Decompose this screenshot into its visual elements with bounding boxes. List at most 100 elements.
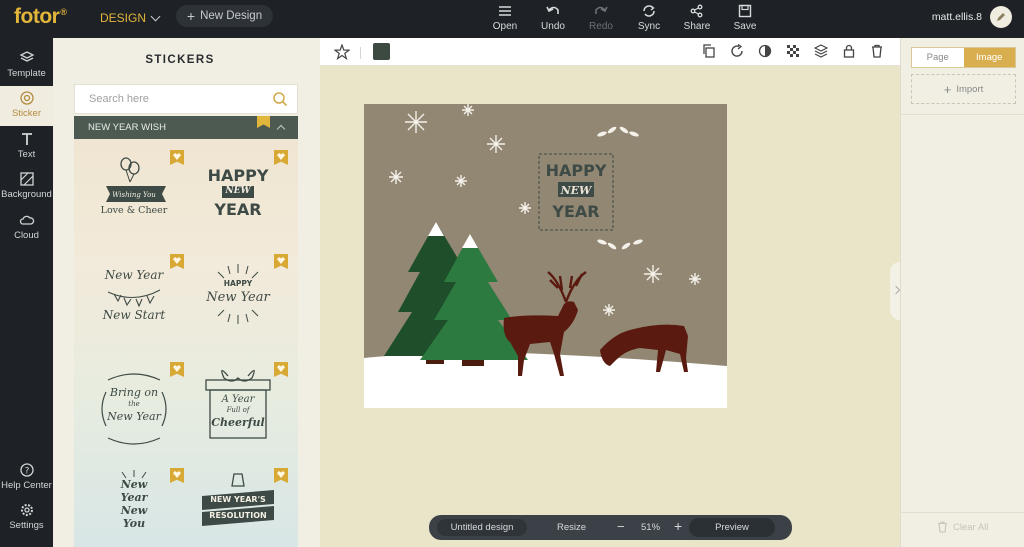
open-label: Open [492, 21, 518, 32]
preview-button[interactable]: Preview [689, 518, 775, 537]
design-canvas[interactable]: HAPPY NEW YEAR [364, 104, 727, 408]
search-box[interactable] [74, 84, 298, 114]
nav-help-center[interactable]: ? Help Center [0, 458, 53, 498]
right-panel: Page Image + Import Clear All [900, 38, 1024, 547]
plus-icon: + [943, 81, 952, 97]
help-icon: ? [19, 463, 34, 477]
search-input[interactable] [89, 93, 297, 105]
save-icon [738, 4, 752, 18]
color-swatch[interactable] [373, 43, 390, 60]
share-button[interactable]: Share [672, 4, 722, 32]
tab-image[interactable]: Image [963, 48, 1015, 67]
redo-button[interactable]: Redo [576, 4, 626, 32]
save-label: Save [733, 21, 757, 32]
sticker-text: Love & Cheer [100, 205, 168, 216]
sticker-text: Full of [226, 406, 250, 414]
shadow-icon[interactable] [758, 44, 772, 58]
stickers-panel: STICKERS NEW YEAR WISH Wishing You Love … [53, 38, 320, 547]
nav-settings[interactable]: Settings [0, 498, 53, 538]
fotor-logo[interactable]: fotor® [14, 5, 67, 29]
trash-icon[interactable] [870, 44, 884, 58]
new-design-label: New Design [200, 10, 263, 22]
lock-icon[interactable] [842, 44, 856, 58]
sticker-text: Bring on [109, 386, 159, 399]
nav-template[interactable]: Template [0, 46, 53, 86]
new-design-button[interactable]: + New Design [176, 5, 273, 27]
plus-icon: + [186, 8, 196, 24]
nav-cloud-label: Cloud [14, 230, 39, 241]
chevron-up-icon[interactable] [276, 124, 286, 134]
pen-icon [997, 13, 1005, 21]
sticker-grid: NEW YEAR WISH Wishing You Love & Cheer H… [74, 116, 298, 547]
transparency-icon[interactable] [786, 44, 800, 58]
nav-cloud[interactable]: Cloud [0, 208, 53, 248]
sticker-text: Year [120, 491, 148, 504]
username: matt.ellis.8 [931, 11, 982, 23]
sticker-item[interactable]: HAPPY New Year [188, 254, 288, 354]
zoom-out-button[interactable]: − [617, 519, 625, 534]
open-button[interactable]: Open [480, 4, 530, 32]
sticker-item[interactable]: HAPPY NEW YEAR [188, 150, 288, 250]
sticker-text: RESOLUTION [209, 511, 267, 520]
undo-button[interactable]: Undo [528, 4, 578, 32]
favorite-icon[interactable] [274, 150, 288, 165]
sticker-text: HAPPY [223, 279, 253, 288]
category-header[interactable]: NEW YEAR WISH [74, 116, 298, 139]
sticker-text: Wishing You [112, 191, 156, 199]
canvas-sticker-line: HAPPY [546, 161, 607, 180]
sticker-text: You [122, 517, 146, 530]
sync-button[interactable]: Sync [624, 4, 674, 32]
nav-text[interactable]: Text [0, 127, 53, 167]
nav-sticker-label: Sticker [11, 108, 42, 119]
balloons-icon [106, 157, 166, 202]
tab-page[interactable]: Page [912, 48, 964, 67]
zoom-in-button[interactable]: + [674, 518, 682, 534]
import-button[interactable]: + Import [911, 74, 1016, 104]
winter-scene-illustration: HAPPY NEW YEAR [364, 104, 727, 408]
sticker-text: HAPPY [207, 166, 269, 185]
save-button[interactable]: Save [720, 4, 770, 32]
sticker-item[interactable]: Wishing You Love & Cheer [84, 150, 184, 250]
nav-text-label: Text [17, 149, 36, 160]
sticker-item[interactable]: NEW YEAR'S RESOLUTION [188, 468, 288, 547]
copy-icon[interactable] [702, 44, 716, 58]
menu-icon [499, 6, 511, 16]
sticker-item[interactable]: Bring on the New Year [84, 362, 184, 462]
background-icon [19, 172, 34, 186]
sticker-item[interactable]: New Year New You [84, 468, 184, 547]
sticker-text: A Year [221, 394, 255, 405]
text-icon [21, 133, 32, 145]
sticker-text: New Year [104, 268, 164, 282]
nav-background-label: Background [1, 189, 52, 200]
redo-label: Redo [589, 21, 613, 32]
share-label: Share [683, 21, 711, 32]
clear-all-button[interactable]: Clear All [937, 521, 988, 533]
sticker-text: Cheerful [211, 416, 265, 429]
design-name-field[interactable]: Untitled design [437, 519, 527, 536]
nav-settings-label: Settings [9, 520, 44, 531]
cloud-icon [19, 215, 34, 225]
magic-icon[interactable] [334, 44, 350, 60]
sticker-text: the [128, 400, 140, 408]
design-menu-label: DESIGN [100, 11, 147, 25]
sticker-text: New [120, 504, 148, 517]
layers-icon[interactable] [814, 44, 828, 58]
edit-toolbar [320, 38, 900, 66]
user-menu[interactable]: matt.ellis.8 [932, 6, 1012, 28]
design-menu[interactable]: DESIGN [100, 11, 161, 25]
nav-template-label: Template [7, 68, 46, 79]
avatar[interactable] [990, 6, 1012, 28]
sticker-item[interactable]: New Year New Start [84, 254, 184, 354]
sticker-item[interactable]: A Year Full of Cheerful [188, 362, 288, 462]
nav-background[interactable]: Background [0, 167, 53, 207]
bookmark-icon [257, 116, 270, 128]
resize-button[interactable]: Resize [557, 522, 586, 533]
redo-icon [595, 6, 608, 14]
clear-all-label: Clear All [953, 521, 989, 533]
import-label: Import [956, 83, 984, 95]
rotate-icon[interactable] [730, 44, 744, 58]
sync-label: Sync [637, 21, 661, 32]
nav-sticker[interactable]: Sticker [0, 86, 53, 126]
top-bar: fotor® DESIGN + New Design Open Undo Red… [0, 0, 1024, 38]
lantern-icon [202, 473, 274, 526]
